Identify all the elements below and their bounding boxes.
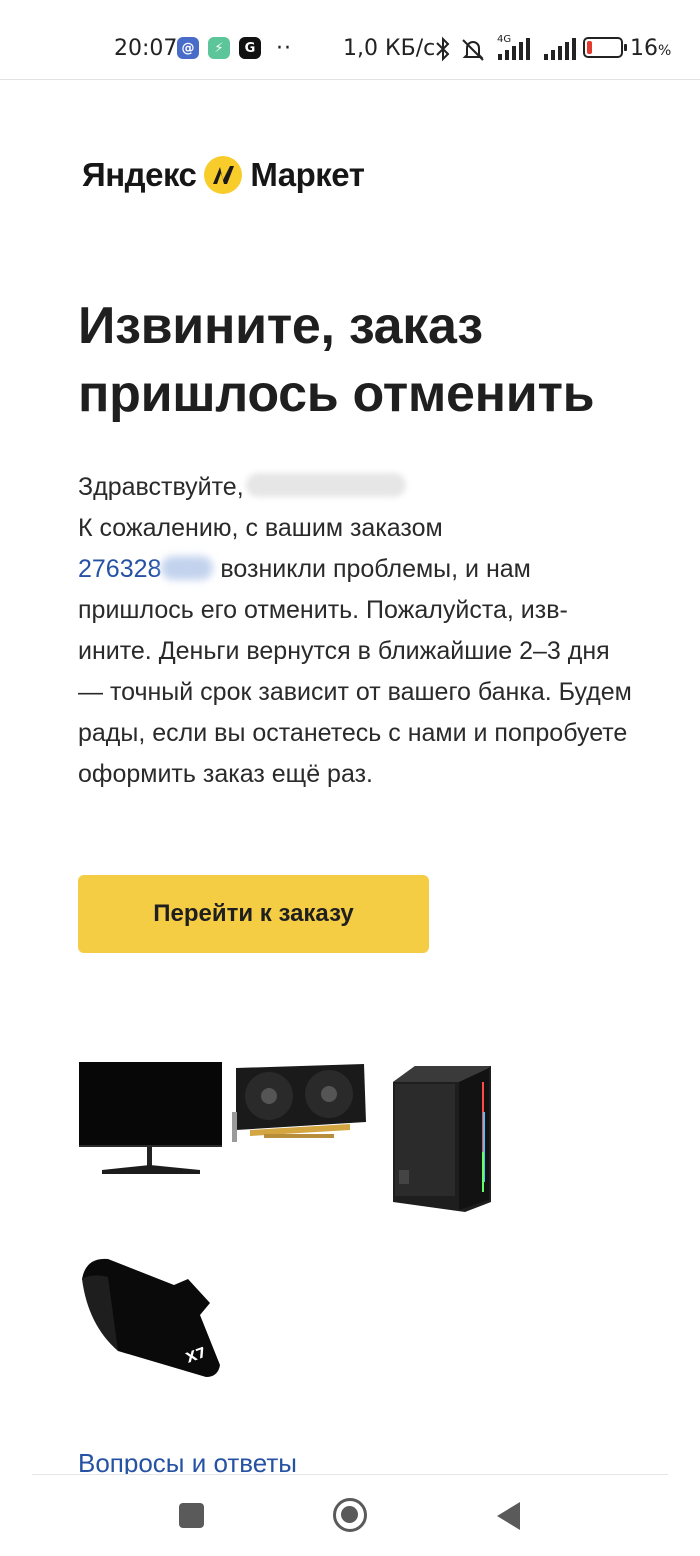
yandex-market-logo: Яндекс Маркет [82,152,365,198]
mail-icon: @ [177,37,199,59]
greeting: Здравствуйте, [78,473,244,501]
redacted-order-digits [161,556,214,580]
android-nav-bar [0,1474,700,1556]
g-icon: G [239,37,261,59]
status-bar: 20:07 @ ⚡ G ·· 1,0 КБ/с 4G 16% [0,0,700,80]
nav-divider [32,1474,668,1475]
muted-bell-icon [462,39,484,61]
recents-icon[interactable] [179,1503,204,1528]
signal-icon [498,38,530,60]
home-icon[interactable] [333,1498,367,1532]
email-message: Здравствуйте, К сожалению, с вашим заказ… [78,467,638,795]
logo-text-market: Маркет [250,156,365,193]
battery-icon [583,37,627,58]
product-graphics-card-image[interactable] [230,1062,368,1144]
product-pc-case-image[interactable] [385,1062,497,1214]
market-logo-icon [204,156,243,194]
message-body: возникли проблемы, и нам пришлось его от… [78,555,632,788]
product-monitor-image[interactable] [78,1060,223,1180]
message-intro: К сожалению, с вашим заказом [78,514,443,542]
logo-text-yandex: Яндекс [82,156,197,193]
battery-percent: 16% [630,36,672,61]
status-time: 20:07 [114,36,178,61]
shield-icon: ⚡ [208,37,230,59]
redacted-customer-name [245,473,406,497]
email-headline: Извините, заказ пришлось отменить [78,297,595,423]
back-icon[interactable] [497,1502,520,1530]
more-notifications-icon: ·· [276,36,292,61]
product-mousepad-image[interactable]: X7 [78,1255,226,1385]
bluetooth-icon [436,36,450,62]
go-to-order-button[interactable]: Перейти к заказу [78,875,429,953]
network-speed: 1,0 КБ/с [343,36,436,61]
signal-icon [544,38,576,60]
order-number-link[interactable]: 276328 [78,555,214,583]
battery-level [587,41,592,54]
